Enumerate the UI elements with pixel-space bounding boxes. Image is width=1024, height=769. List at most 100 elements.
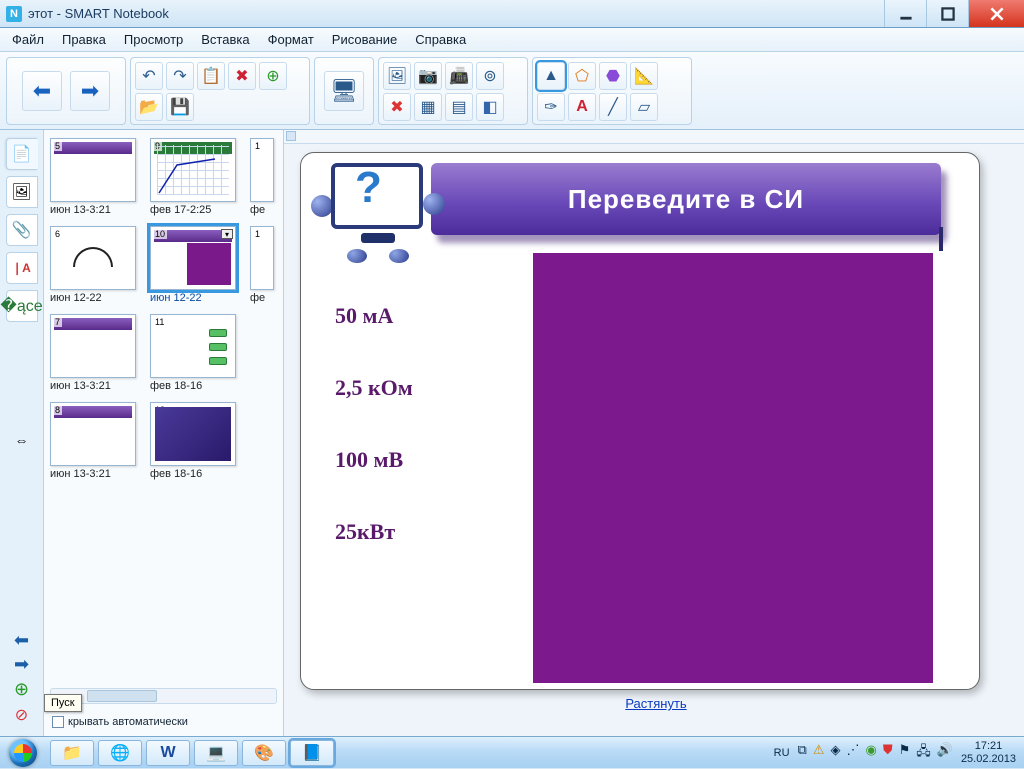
tray-icon-shield[interactable]: ⛊	[883, 742, 893, 764]
thumb-10-selected[interactable]: 10▾ июн 12-22	[150, 226, 236, 304]
tray-icon-flag[interactable]: ⚑	[899, 742, 911, 764]
value-4: 25кВт	[335, 519, 413, 545]
menu-help[interactable]: Справка	[407, 30, 474, 49]
menu-view[interactable]: Просмотр	[116, 30, 191, 49]
prev-page-button[interactable]: ⬅	[22, 71, 62, 111]
tab-page-sorter[interactable]: 📄	[6, 138, 38, 170]
compass-button[interactable]: ⊚	[476, 62, 504, 90]
header-pointer-stick	[939, 227, 943, 251]
screenshot-button[interactable]: 🖼	[383, 62, 411, 90]
text-tool-button[interactable]: A	[568, 93, 596, 121]
taskbar-word[interactable]: W	[146, 740, 190, 766]
tray-icon-nvidia[interactable]: ◉	[865, 742, 876, 764]
next-page-button[interactable]: ➡	[70, 71, 110, 111]
select-tool-button[interactable]: ▲	[537, 62, 565, 90]
start-tooltip: Пуск	[44, 694, 82, 712]
menu-draw[interactable]: Рисование	[324, 30, 405, 49]
canvas-ruler[interactable]	[284, 130, 1024, 144]
sidebar-delete-page-button[interactable]: ⊘	[11, 704, 33, 726]
tray-clock[interactable]: 17:21 25.02.2013	[961, 740, 1016, 764]
thumb-12[interactable]: 12 фев 18-16	[150, 402, 236, 480]
tray-icon-1[interactable]: ⧉	[798, 742, 807, 764]
undo-button[interactable]: ↶	[135, 62, 163, 90]
pens-button[interactable]: ✑	[537, 93, 565, 121]
window-titlebar: N этот - SMART Notebook	[0, 0, 1024, 28]
thumbs-hscrollbar[interactable]	[50, 688, 277, 704]
minimize-button[interactable]	[884, 0, 926, 27]
thumb-8[interactable]: 8 июн 13-3:21	[50, 402, 136, 480]
screen-shade[interactable]	[533, 253, 933, 683]
menu-edit[interactable]: Правка	[54, 30, 114, 49]
app-icon: N	[6, 6, 22, 22]
autohide-label: крывать автоматически	[68, 716, 188, 728]
measure-button[interactable]: 📐	[630, 62, 658, 90]
thumb-9[interactable]: 9 фев 17-2:25	[150, 138, 236, 216]
taskbar-explorer[interactable]: 📁	[50, 740, 94, 766]
shape-orange-button[interactable]: ⬠	[568, 62, 596, 90]
menu-insert[interactable]: Вставка	[193, 30, 257, 49]
thumb-6[interactable]: 6 июн 12-22	[50, 226, 136, 304]
sidebar-next-button[interactable]: ➡	[9, 654, 35, 674]
add-page-green-button[interactable]: ⊕	[259, 62, 287, 90]
sidebar-prev-button[interactable]: ⬅	[9, 630, 35, 650]
thumb-11[interactable]: 11 фев 18-16	[150, 314, 236, 392]
taskbar-app1[interactable]: 💻	[194, 740, 238, 766]
close-button[interactable]	[968, 0, 1024, 27]
delete-button[interactable]: ✖	[228, 62, 256, 90]
main-area: 📄 🖼 📎 ❘A �ące ⇔ ⬅ ➡ ⊕ ⊘ 5 июн 13-3:21 9 …	[0, 130, 1024, 736]
eraser-button[interactable]: ▱	[630, 93, 658, 121]
fullscreen-button[interactable]: 🖥	[324, 71, 364, 111]
tab-addons[interactable]: �ące	[6, 290, 38, 322]
camera-button[interactable]: 📷	[414, 62, 442, 90]
menu-file[interactable]: Файл	[4, 30, 52, 49]
toolbar-group-nav: ⬅ ➡	[6, 57, 126, 125]
autohide-checkbox-row[interactable]: крывать автоматически	[52, 716, 188, 728]
menu-bar: Файл Правка Просмотр Вставка Формат Рисо…	[0, 28, 1024, 52]
tray-date: 25.02.2013	[961, 753, 1016, 765]
tray-icon-net[interactable]: 🖧	[916, 742, 931, 764]
toolbar-group-edit: ↶ ↷ 📋 ✖ ⊕ 📂 💾	[130, 57, 310, 125]
redo-button[interactable]: ↷	[166, 62, 194, 90]
paste-button[interactable]: 📋	[197, 62, 225, 90]
tray-lang[interactable]: RU	[774, 747, 790, 759]
sidebar-add-page-button[interactable]: ⊕	[11, 678, 33, 700]
system-tray: RU ⧉ ⚠ ◈ ⋰ ◉ ⛊ ⚑ 🖧 🔊 17:21 25.02.2013	[774, 740, 1024, 764]
shape-fill-button[interactable]: ◧	[476, 93, 504, 121]
menu-format[interactable]: Формат	[260, 30, 322, 49]
thumb-5[interactable]: 5 июн 13-3:21	[50, 138, 136, 216]
open-button[interactable]: 📂	[135, 93, 163, 121]
shape-purple-button[interactable]: ⬣	[599, 62, 627, 90]
slide-page[interactable]: Переведите в СИ ? 50 мА 2,5 кОм 100 мВ 2…	[300, 152, 980, 690]
tab-gallery[interactable]: 🖼	[6, 176, 38, 208]
line-tool-button[interactable]: ╱	[599, 93, 627, 121]
thumb-cut-1[interactable]: 1 фе	[250, 138, 274, 216]
tray-time: 17:21	[961, 740, 1016, 752]
toolbar-group-screen: 🖥	[314, 57, 374, 125]
doc-camera-button[interactable]: 📠	[445, 62, 473, 90]
maximize-button[interactable]	[926, 0, 968, 27]
collapse-handle-icon[interactable]: ⇔	[6, 424, 38, 456]
autohide-checkbox[interactable]	[52, 716, 64, 728]
tab-properties[interactable]: ❘A	[6, 252, 38, 284]
mascot-icon: ?	[303, 159, 453, 279]
table-button[interactable]: ▤	[445, 93, 473, 121]
start-button[interactable]	[0, 737, 46, 769]
taskbar-paint[interactable]: 🎨	[242, 740, 286, 766]
value-2: 2,5 кОм	[335, 375, 413, 401]
save-button[interactable]: 💾	[166, 93, 194, 121]
tray-icon-2[interactable]: ◈	[830, 742, 840, 764]
value-1: 50 мА	[335, 303, 413, 329]
tray-icon-vol[interactable]: 🔊	[937, 742, 953, 764]
delete-red-button[interactable]: ✖	[383, 93, 411, 121]
tray-icon-alert[interactable]: ⚠	[813, 742, 825, 764]
taskbar-notebook[interactable]: 📘	[290, 740, 334, 766]
stretch-link[interactable]: Растянуть	[625, 696, 686, 711]
taskbar-chrome[interactable]: 🌐	[98, 740, 142, 766]
tray-icon-3[interactable]: ⋰	[846, 742, 859, 764]
grid-button[interactable]: ▦	[414, 93, 442, 121]
tab-attachments[interactable]: 📎	[6, 214, 38, 246]
thumb-7[interactable]: 7 июн 13-3:21	[50, 314, 136, 392]
slide-header-text: Переведите в СИ	[568, 184, 804, 215]
ruler-handle-icon[interactable]	[286, 131, 296, 141]
thumb-cut-2[interactable]: 1 фе	[250, 226, 274, 304]
